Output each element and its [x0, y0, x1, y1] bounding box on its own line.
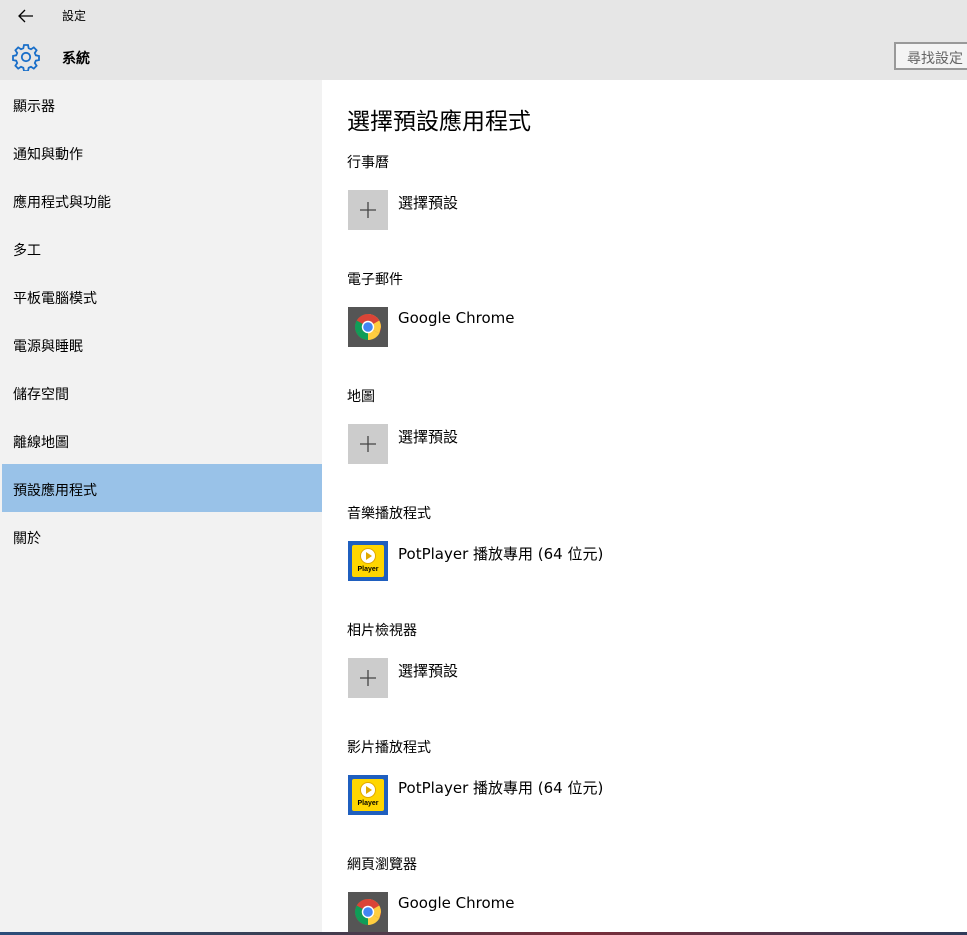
section-label-email: 電子郵件 — [347, 272, 403, 288]
section-label-video-player: 影片播放程式 — [347, 740, 431, 756]
settings-window: 設定 系統 尋找設定 顯示器 通知與動作 應用程式與功能 多工 平板電腦模式 電… — [0, 0, 967, 932]
sidebar-item-offline-maps[interactable]: 離線地圖 — [2, 416, 322, 464]
section-label-music-player: 音樂播放程式 — [347, 506, 431, 522]
gear-icon — [12, 44, 40, 71]
sidebar: 顯示器 通知與動作 應用程式與功能 多工 平板電腦模式 電源與睡眠 儲存空間 離… — [0, 80, 322, 932]
app-name: PotPlayer 播放專用 (64 位元) — [398, 545, 604, 563]
sidebar-item-notifications[interactable]: 通知與動作 — [2, 128, 322, 176]
sidebar-item-tablet-mode[interactable]: 平板電腦模式 — [2, 272, 322, 320]
sidebar-item-display[interactable]: 顯示器 — [2, 80, 322, 128]
back-arrow-icon — [18, 9, 33, 23]
app-name: 選擇預設 — [398, 662, 459, 680]
back-button[interactable] — [8, 3, 44, 29]
default-app-calendar[interactable]: 選擇預設 — [347, 190, 747, 234]
page-title: 系統 — [62, 51, 90, 67]
app-name: Google Chrome — [398, 894, 515, 912]
potplayer-icon: Player — [348, 541, 388, 581]
default-app-maps[interactable]: 選擇預設 — [347, 424, 747, 468]
default-app-email[interactable]: Google Chrome — [347, 307, 747, 351]
app-name: 選擇預設 — [398, 428, 459, 446]
default-app-web-browser[interactable]: Google Chrome — [347, 892, 747, 932]
sidebar-item-multitasking[interactable]: 多工 — [2, 224, 322, 272]
main-content: 選擇預設應用程式 行事曆 選擇預設 電子郵件 Google Chrome 地圖 … — [322, 80, 967, 932]
app-name: 選擇預設 — [398, 194, 459, 212]
app-name: PotPlayer 播放專用 (64 位元) — [398, 779, 604, 797]
plus-icon — [348, 658, 388, 698]
default-app-photo-viewer[interactable]: 選擇預設 — [347, 658, 747, 702]
sidebar-item-about[interactable]: 關於 — [2, 512, 322, 560]
section-label-web-browser: 網頁瀏覽器 — [347, 857, 417, 873]
plus-icon — [348, 424, 388, 464]
default-app-music-player[interactable]: Player PotPlayer 播放專用 (64 位元) — [347, 541, 747, 585]
window-title: 設定 — [62, 9, 87, 23]
header-bar: 系統 尋找設定 — [0, 32, 967, 80]
chrome-icon — [348, 892, 388, 932]
plus-icon — [348, 190, 388, 230]
section-label-photo-viewer: 相片檢視器 — [347, 623, 417, 639]
search-input[interactable]: 尋找設定 — [894, 42, 967, 70]
section-label-calendar: 行事曆 — [347, 155, 389, 171]
potplayer-icon: Player — [348, 775, 388, 815]
sidebar-item-apps-features[interactable]: 應用程式與功能 — [2, 176, 322, 224]
sidebar-item-power-sleep[interactable]: 電源與睡眠 — [2, 320, 322, 368]
sidebar-item-storage[interactable]: 儲存空間 — [2, 368, 322, 416]
default-app-video-player[interactable]: Player PotPlayer 播放專用 (64 位元) — [347, 775, 747, 819]
sidebar-item-default-apps[interactable]: 預設應用程式 — [2, 464, 322, 512]
section-heading: 選擇預設應用程式 — [347, 109, 531, 135]
title-bar: 設定 — [0, 0, 967, 32]
app-name: Google Chrome — [398, 309, 515, 327]
section-label-maps: 地圖 — [347, 389, 375, 405]
chrome-icon — [348, 307, 388, 347]
